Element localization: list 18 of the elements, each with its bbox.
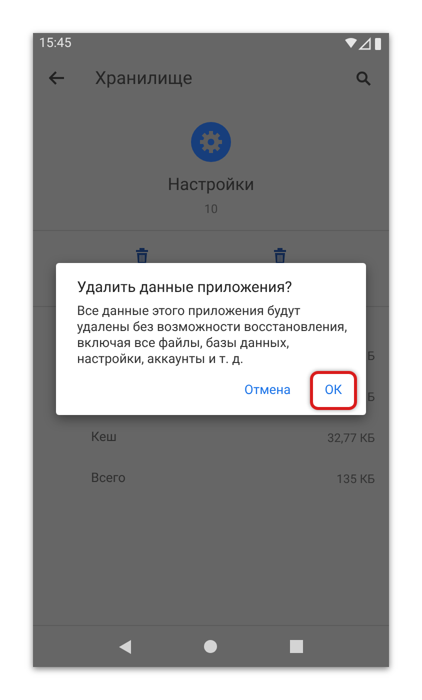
trash-icon[interactable] (135, 248, 149, 264)
search-icon[interactable] (356, 70, 371, 86)
dialog-button[interactable]: ОК (310, 370, 357, 410)
gear-icon (191, 122, 231, 162)
status-icons (345, 37, 383, 51)
toolbar-title: Хранилище (95, 66, 192, 90)
storage-label: Всего (91, 470, 126, 488)
dialog-button[interactable]: Отмена (233, 370, 302, 410)
storage-label: Кеш (91, 429, 117, 448)
back-arrow-icon[interactable] (49, 71, 65, 85)
home-icon[interactable] (204, 640, 217, 653)
recents-icon[interactable] (290, 640, 303, 653)
dialog-message: Все данные этого приложения будут удалены без возможности восстановления, включая все файлы, базы данных, настройки, аккаунты и т. д. (77, 304, 348, 368)
app-name: Настройки (168, 174, 254, 197)
dialog-title: Удалить данные приложения? (77, 276, 294, 296)
back-icon[interactable] (119, 640, 132, 654)
trash-icon[interactable] (273, 248, 287, 264)
status-time: 15:45 (39, 35, 72, 54)
